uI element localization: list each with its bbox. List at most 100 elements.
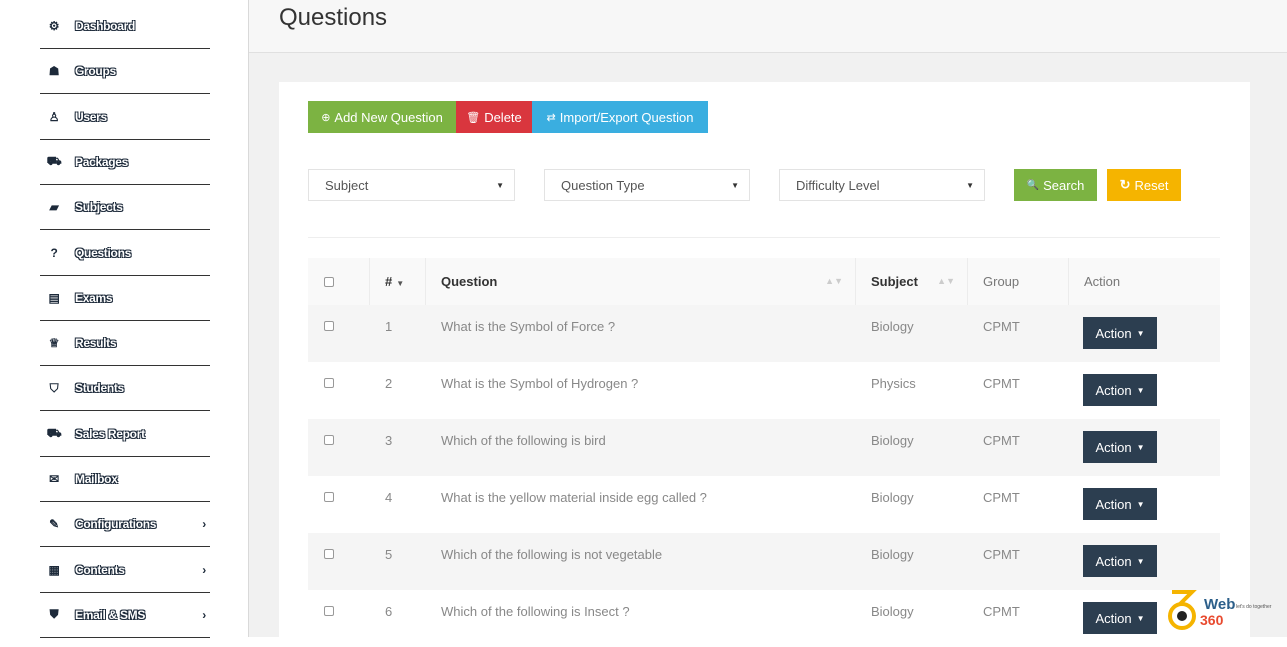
caret-down-icon: ▼: [1136, 385, 1145, 395]
caret-down-icon: ▼: [1136, 328, 1145, 338]
row-subject: Biology: [871, 433, 914, 448]
row-checkbox[interactable]: [324, 549, 334, 559]
table-header: # ▼ Question ▲▼ Subject ▲▼ Group Action: [308, 258, 1220, 306]
action-label: Action: [1095, 496, 1132, 512]
envelope-icon: ✉: [49, 472, 59, 486]
sidebar-item-email-sms[interactable]: ⛊ Email & SMS ›: [40, 593, 210, 638]
reset-button[interactable]: ↻ Reset: [1107, 169, 1181, 201]
sidebar-item-packages[interactable]: ⛟ Packages: [40, 140, 210, 185]
exchange-icon: ⇄: [546, 111, 556, 124]
action-label: Action: [1095, 325, 1132, 341]
header-action-label: Action: [1084, 274, 1121, 289]
action-dropdown-button[interactable]: Action ▼: [1083, 374, 1157, 406]
sidebar-item-label: Packages: [75, 154, 128, 169]
header-cell-select: [308, 258, 370, 305]
action-dropdown-button[interactable]: Action ▼: [1083, 545, 1157, 577]
sidebar-item-label: Students: [75, 381, 124, 396]
caret-down-icon: ▼: [1136, 442, 1145, 452]
select-all-checkbox[interactable]: [324, 276, 334, 287]
header-number-label: #: [385, 274, 393, 289]
row-action-cell: Action ▼: [1069, 419, 1220, 476]
caret-down-icon: ▼: [966, 180, 974, 190]
sidebar-item-students[interactable]: ⛉ Students: [40, 366, 210, 412]
wrench-icon: ✎: [49, 517, 59, 532]
chevron-right-icon: ›: [202, 562, 206, 577]
sidebar-item-mailbox[interactable]: ✉ Mailbox: [40, 457, 210, 502]
row-checkbox[interactable]: [324, 606, 334, 616]
row-group: CPMT: [983, 604, 1020, 619]
sidebar-item-groups[interactable]: ☗ Groups: [40, 49, 210, 95]
refresh-icon: ↻: [1119, 177, 1131, 192]
groups-icon: ☗: [48, 64, 60, 79]
users-icon: ♙: [48, 109, 60, 124]
sidebar-item-label: Email & SMS: [75, 607, 146, 622]
watermark-logo-number: 360: [1200, 612, 1224, 628]
table-row: 6 Which of the following is Insect ? Biolo…: [308, 590, 1220, 647]
sidebar: ⚙ Dashboard ☗ Groups ♙ Users ⛟ Packages ▰ Subject…: [0, 0, 249, 638]
row-action-cell: Action ▼: [1069, 476, 1220, 533]
cart-icon: ⛟: [46, 425, 62, 440]
row-subject: Biology: [871, 319, 914, 334]
row-select-cell: [308, 590, 370, 647]
page-header: Questions: [249, 0, 1287, 53]
sidebar-item-label: Subjects: [75, 200, 123, 215]
header-question-label: Question: [441, 274, 498, 289]
action-label: Action: [1095, 553, 1132, 569]
search-button[interactable]: 🔍 Search: [1014, 169, 1097, 201]
sidebar-item-contents[interactable]: ▦ Contents ›: [40, 548, 210, 593]
sidebar-item-results[interactable]: ♕ Results: [40, 321, 210, 367]
subject-select[interactable]: Subject ▼: [308, 169, 515, 201]
sidebar-item-sales-report[interactable]: ⛟ Sales Report: [40, 412, 210, 457]
row-checkbox[interactable]: [324, 321, 334, 331]
sidebar-item-questions[interactable]: ? Questions: [40, 231, 210, 276]
header-cell-subject[interactable]: Subject ▲▼: [856, 258, 968, 305]
row-group: CPMT: [983, 433, 1020, 448]
reset-label: Reset: [1134, 177, 1169, 193]
header-group-label: Group: [983, 274, 1020, 289]
watermark-tagline: let's do together: [1236, 604, 1272, 610]
row-checkbox[interactable]: [324, 378, 334, 388]
action-dropdown-button[interactable]: Action ▼: [1083, 317, 1157, 349]
table-row: 2 What is the Symbol of Hydrogen ? Physics…: [308, 362, 1220, 419]
difficulty-level-select[interactable]: Difficulty Level ▼: [779, 169, 985, 201]
row-action-cell: Action ▼: [1069, 362, 1220, 419]
divider: [308, 237, 1220, 238]
table-row: 4 What is the yellow material inside egg …: [308, 476, 1220, 533]
chevron-right-icon: ›: [202, 607, 206, 622]
row-subject: Biology: [871, 490, 914, 505]
action-label: Action: [1095, 439, 1132, 455]
row-checkbox[interactable]: [324, 435, 334, 445]
question-type-select[interactable]: Question Type ▼: [544, 169, 750, 201]
row-question: Which of the following is bird: [441, 433, 606, 448]
sidebar-item-label: Sales Report: [75, 426, 145, 441]
graduation-cap-icon: ⛉: [49, 380, 59, 395]
sidebar-item-exams[interactable]: ▤ Exams: [40, 276, 210, 321]
header-cell-action: Action: [1069, 258, 1220, 305]
shield-icon: ⛊: [49, 607, 59, 622]
header-cell-number[interactable]: # ▼: [370, 258, 426, 305]
row-checkbox[interactable]: [324, 492, 334, 502]
sidebar-item-subjects[interactable]: ▰ Subjects: [40, 185, 210, 231]
sidebar-item-label: Questions: [75, 245, 131, 260]
header-subject-label: Subject: [871, 274, 918, 289]
row-select-cell: [308, 419, 370, 476]
sort-icon: ▲▼: [825, 276, 843, 286]
row-question: What is the Symbol of Force ?: [441, 319, 616, 334]
sidebar-item-configurations[interactable]: ✎ Configurations ›: [40, 502, 210, 548]
row-select-cell: [308, 476, 370, 533]
sidebar-item-label: Groups: [75, 64, 116, 79]
header-cell-group: Group: [968, 258, 1069, 305]
sort-icon: ▲▼: [937, 276, 955, 286]
import-export-question-button[interactable]: ⇄ Import/Export Question: [532, 101, 708, 133]
action-dropdown-button[interactable]: Action ▼: [1083, 488, 1157, 520]
sidebar-item-users[interactable]: ♙ Users: [40, 95, 210, 140]
delete-button[interactable]: 🗑 Delete: [456, 101, 532, 133]
action-dropdown-button[interactable]: Action ▼: [1083, 431, 1157, 463]
header-cell-question[interactable]: Question ▲▼: [426, 258, 856, 305]
row-subject: Physics: [871, 376, 916, 391]
action-dropdown-button[interactable]: Action ▼: [1083, 602, 1157, 634]
caret-down-icon: ▼: [731, 180, 739, 190]
caret-down-icon: ▼: [1136, 556, 1145, 566]
sidebar-item-dashboard[interactable]: ⚙ Dashboard: [40, 4, 210, 49]
add-new-question-button[interactable]: ⊕ Add New Question: [308, 101, 456, 133]
